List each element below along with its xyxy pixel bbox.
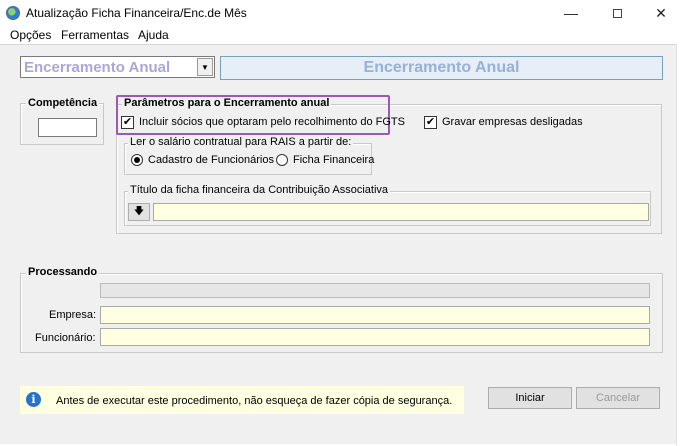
progress-bar xyxy=(100,283,650,298)
cancelar-button[interactable]: Cancelar xyxy=(576,387,660,409)
gravar-empresas-checkbox[interactable]: ✔ xyxy=(424,116,437,129)
menu-ferramentas[interactable]: Ferramentas xyxy=(61,28,129,42)
info-icon: i xyxy=(26,392,41,407)
funcionario-field xyxy=(100,328,650,346)
info-text: Antes de executar este procedimento, não… xyxy=(56,395,453,407)
check-icon: ✔ xyxy=(122,116,133,128)
highlight-box xyxy=(116,95,390,135)
cancelar-label: Cancelar xyxy=(595,392,641,404)
mode-banner: Encerramento Anual xyxy=(220,56,663,80)
processando-legend: Processando xyxy=(26,266,100,278)
maximize-icon xyxy=(612,8,622,18)
iniciar-label: Iniciar xyxy=(515,392,545,404)
app-icon xyxy=(6,6,20,20)
maximize-button[interactable] xyxy=(594,0,640,26)
titulo-input[interactable] xyxy=(153,203,649,221)
titulo-legend: Título da ficha financeira da Contribuiç… xyxy=(128,184,391,196)
mode-select-arrow[interactable]: ▼ xyxy=(197,58,213,76)
menu-opcoes[interactable]: Opções xyxy=(10,28,51,42)
empresa-label: Empresa: xyxy=(49,309,97,321)
radio-selected-dot xyxy=(134,157,140,163)
menu-ajuda[interactable]: Ajuda xyxy=(138,28,169,42)
empresa-field xyxy=(100,306,650,324)
competencia-input[interactable] xyxy=(38,118,97,137)
radio-ficha-financeira[interactable] xyxy=(276,154,288,166)
mode-select-value: Encerramento Anual xyxy=(24,59,171,76)
check-icon: ✔ xyxy=(425,116,436,128)
incluir-socios-checkbox[interactable]: ✔ xyxy=(121,116,134,129)
radio-cadastro-label: Cadastro de Funcionários xyxy=(148,154,274,166)
iniciar-button[interactable]: Iniciar xyxy=(488,387,572,409)
window-title: Atualização Ficha Financeira/Enc.de Mês xyxy=(26,6,247,20)
download-arrow-icon: 🡇 xyxy=(133,205,145,217)
radio-ficha-label: Ficha Financeira xyxy=(293,154,375,166)
gravar-empresas-label: Gravar empresas desligadas xyxy=(442,116,583,128)
titulo-lookup-button[interactable]: 🡇 xyxy=(128,203,150,221)
close-button[interactable]: ✕ xyxy=(638,0,684,26)
incluir-socios-label: Incluir sócios que optaram pelo recolhim… xyxy=(139,116,405,128)
competencia-legend: Competência xyxy=(26,97,100,109)
salario-legend: Ler o salário contratual para RAIS a par… xyxy=(128,136,354,148)
radio-cadastro-funcionarios[interactable] xyxy=(131,154,143,166)
minimize-button[interactable]: — xyxy=(548,0,594,26)
funcionario-label: Funcionário: xyxy=(35,332,96,344)
window-edge xyxy=(676,44,684,446)
